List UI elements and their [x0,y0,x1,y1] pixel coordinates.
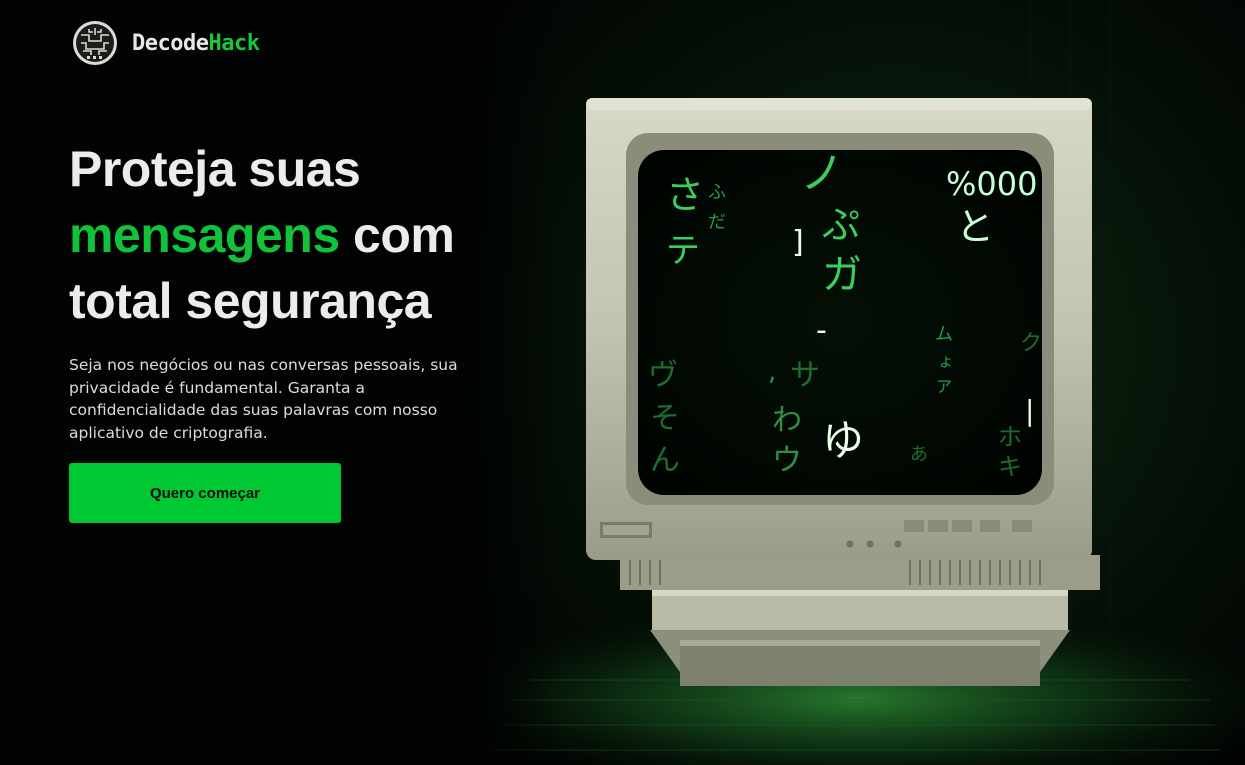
svg-text:-: - [816,313,827,348]
svg-text:ノ: ノ [800,148,844,199]
svg-text:ク: ク [1020,331,1042,356]
svg-text:あ: あ [910,444,928,465]
svg-text:ホ: ホ [998,423,1022,451]
svg-text:ガ: ガ [822,252,862,298]
svg-text:ム: ム [935,324,953,345]
circuit-brain-icon [73,21,117,65]
svg-text:と: と [956,205,994,249]
hero-description: Seja nos negócios ou nas conversas pesso… [69,356,458,442]
landing-page: さ テ ふ だ ノ ぷ ガ ] - %000 と ム ょ ア ヴ そ ん , サ… [0,0,1245,765]
svg-text:ア: ア [936,377,952,396]
headline-line1: Proteja suas [69,141,361,197]
svg-text:さ: さ [666,173,704,217]
hero-image: さ テ ふ だ ノ ぷ ガ ] - %000 と ム ょ ア ヴ そ ん , サ… [470,0,1245,765]
svg-text:ん: ん [650,443,680,478]
svg-text:だ: だ [708,212,726,233]
brand-logo[interactable]: DecodeHack [72,20,260,66]
svg-text:|: | [1025,394,1034,427]
svg-text:キ: キ [998,453,1022,481]
svg-text:わ: わ [772,403,802,438]
svg-text:]: ] [792,225,804,260]
svg-text:ょ: ょ [938,351,954,370]
brand-name-part2: Hack [208,30,260,56]
svg-text:テ: テ [666,231,700,271]
brand-name-part1: Decode [132,30,209,56]
svg-text:ふ: ふ [708,182,726,203]
headline-after-highlight: com [339,207,455,263]
svg-text:ウ: ウ [772,443,802,478]
svg-text:ぷ: ぷ [822,203,860,247]
svg-text:そ: そ [650,401,680,436]
headline-highlight: mensagens [69,207,340,263]
svg-text:ゆ: ゆ [822,416,864,465]
brand-name: DecodeHack [132,30,260,56]
svg-text:ヴ: ヴ [648,358,678,393]
svg-text:サ: サ [790,358,820,393]
headline-line3: total segurança [69,273,432,329]
get-started-button[interactable]: Quero começar [69,463,341,523]
svg-text:,: , [768,357,776,387]
hero-headline: Proteja suas mensagens com total seguran… [69,136,509,334]
svg-text:%000: %000 [946,165,1037,203]
crt-monitor-illustration: さ テ ふ だ ノ ぷ ガ ] - %000 と ム ょ ア ヴ そ ん , サ… [470,0,1245,765]
